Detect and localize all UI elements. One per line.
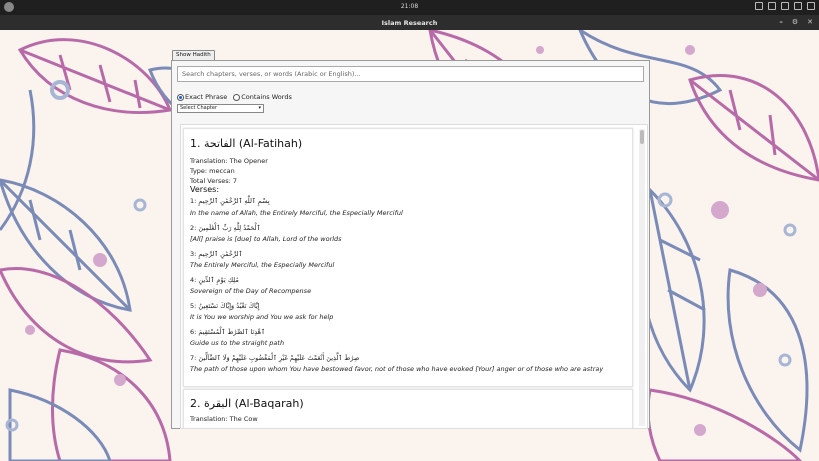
verse-arabic: 7: صِرَٰطَ ٱلَّذِينَ أَنْعَمْتَ عَلَيْهِ… [190, 354, 360, 362]
verse-translation: In the name of Allah, the Entirely Merci… [190, 209, 403, 217]
verse-translation: It is You we worship and You we ask for … [190, 313, 334, 321]
verse-translation: [All] praise is [due] to Allah, Lord of … [190, 235, 342, 243]
exact-phrase-label: Exact Phrase [185, 93, 228, 101]
system-tray [755, 2, 815, 10]
notification-icon[interactable] [768, 2, 776, 10]
chapter-title: 2. البقرة (Al-Baqarah) [190, 397, 304, 410]
chapter-select[interactable]: Select Chapter ▾ [177, 104, 264, 113]
wifi-icon[interactable] [781, 2, 789, 10]
radio-unselected-icon[interactable] [233, 93, 241, 101]
battery-icon[interactable] [755, 2, 763, 10]
verse-translation: The path of those upon whom You have bes… [190, 365, 604, 373]
verse-translation: Sovereign of the Day of Recompense [190, 287, 312, 295]
window-title: Islam Research [381, 19, 438, 27]
window-controls: – ⚙ ✕ [779, 18, 813, 26]
system-clock[interactable]: 21:08 [0, 3, 819, 10]
maximize-icon[interactable]: ⚙ [792, 18, 798, 26]
verse-arabic: 6: ٱهْدِنَا ٱلصِّرَٰطَ ٱلْمُسْتَقِيمَ [190, 328, 265, 336]
verse-arabic: 1: بِسْمِ ٱللَّهِ ٱلرَّحْمَٰنِ ٱلرَّحِيم… [190, 197, 270, 205]
contains-words-label: Contains Words [241, 93, 292, 101]
verse-arabic: 3: ٱلرَّحْمَٰنِ ٱلرَّحِيمِ [190, 250, 243, 258]
chevron-down-icon: ▾ [258, 105, 261, 111]
chapter-translation: Translation: The Cow [190, 415, 258, 423]
radio-selected-icon[interactable] [177, 93, 184, 101]
contains-words-radio[interactable]: Contains Words [233, 93, 292, 101]
verses-heading: Verses: [190, 185, 220, 194]
chapter-card: 1. الفاتحة (Al-Fatihah) Translation: The… [183, 128, 633, 387]
chapter-translation: Translation: The Opener [190, 157, 268, 165]
verse-arabic: 5: إِيَّاكَ نَعْبُدُ وَإِيَّاكَ نَسْتَعِ… [190, 302, 260, 310]
search-input[interactable]: Search chapters, verses, or words (Arabi… [177, 66, 644, 82]
verse-arabic: 2: ٱلْحَمْدُ لِلَّهِ رَبِّ ٱلْعَٰلَمِينَ [190, 224, 261, 232]
scrollbar-thumb[interactable] [640, 130, 644, 144]
window-title-bar: Islam Research – ⚙ ✕ [0, 15, 819, 30]
chapter-select-value: Select Chapter [180, 105, 218, 111]
chapter-total-verses: Total Verses: 7 [190, 177, 238, 185]
close-icon[interactable]: ✕ [807, 18, 813, 26]
verse-translation: The Entirely Merciful, the Especially Me… [190, 261, 335, 269]
chapter-type: Type: meccan [190, 167, 235, 175]
results-scrollbar[interactable] [639, 129, 645, 426]
search-mode-options: Exact Phrase Contains Words [177, 93, 292, 101]
minimize-icon[interactable]: – [779, 18, 783, 26]
chapter-card: 2. البقرة (Al-Baqarah) Translation: The … [183, 389, 633, 428]
exact-phrase-radio[interactable]: Exact Phrase [177, 93, 227, 101]
power-icon[interactable] [807, 2, 815, 10]
bluetooth-icon[interactable] [794, 2, 802, 10]
chapter-title: 1. الفاتحة (Al-Fatihah) [190, 137, 303, 150]
main-panel: Search chapters, verses, or words (Arabi… [171, 60, 650, 429]
verse-arabic: 4: مَٰلِكِ يَوْمِ ٱلدِّينِ [190, 276, 239, 284]
system-top-bar: 21:08 [0, 0, 819, 15]
verse-translation: Guide us to the straight path [190, 339, 285, 347]
results-list[interactable]: 1. الفاتحة (Al-Fatihah) Translation: The… [180, 124, 648, 429]
